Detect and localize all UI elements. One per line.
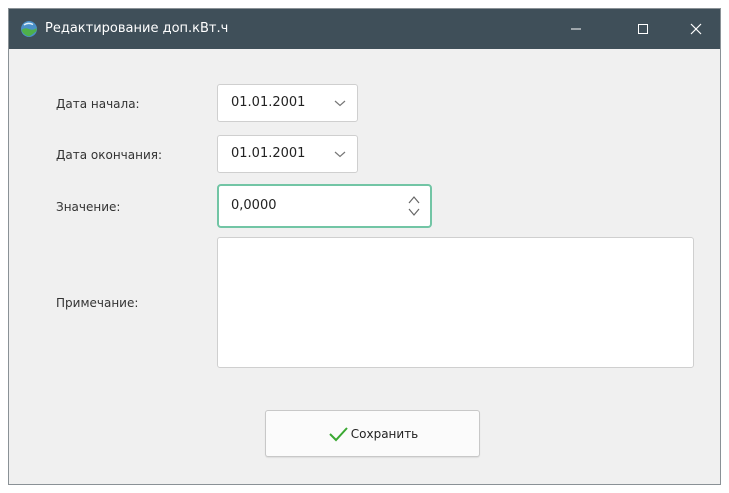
spin-arrows-icon[interactable] xyxy=(406,191,422,221)
checkmark-icon xyxy=(329,426,348,441)
start-date-picker[interactable]: 01.01.2001 xyxy=(217,84,358,122)
window-title: Редактирование доп.кВт.ч xyxy=(45,21,229,36)
chevron-down-icon[interactable] xyxy=(333,149,347,159)
chevron-down-icon[interactable] xyxy=(333,98,347,108)
minimize-button[interactable] xyxy=(552,9,600,49)
maximize-icon xyxy=(638,24,648,34)
minimize-icon xyxy=(571,28,581,30)
close-icon xyxy=(690,23,702,35)
start-date-label: Дата начала: xyxy=(56,97,140,111)
note-textarea[interactable] xyxy=(217,237,694,368)
maximize-button[interactable] xyxy=(619,9,667,49)
title-bar[interactable]: Редактирование доп.кВт.ч xyxy=(9,9,720,49)
edit-dialog-window: Редактирование доп.кВт.ч Дата начала: 01… xyxy=(8,8,721,485)
save-button[interactable]: Сохранить xyxy=(265,410,480,457)
value-input[interactable]: 0,0000 xyxy=(231,198,277,214)
end-date-label: Дата окончания: xyxy=(56,148,163,162)
save-button-label: Сохранить xyxy=(350,426,419,441)
value-label: Значение: xyxy=(56,200,121,214)
globe-icon xyxy=(21,21,37,37)
note-label: Примечание: xyxy=(56,296,139,310)
start-date-value: 01.01.2001 xyxy=(231,95,306,110)
value-spinbox[interactable]: 0,0000 xyxy=(217,184,432,228)
end-date-value: 01.01.2001 xyxy=(231,146,306,161)
end-date-picker[interactable]: 01.01.2001 xyxy=(217,135,358,173)
close-button[interactable] xyxy=(672,9,720,49)
